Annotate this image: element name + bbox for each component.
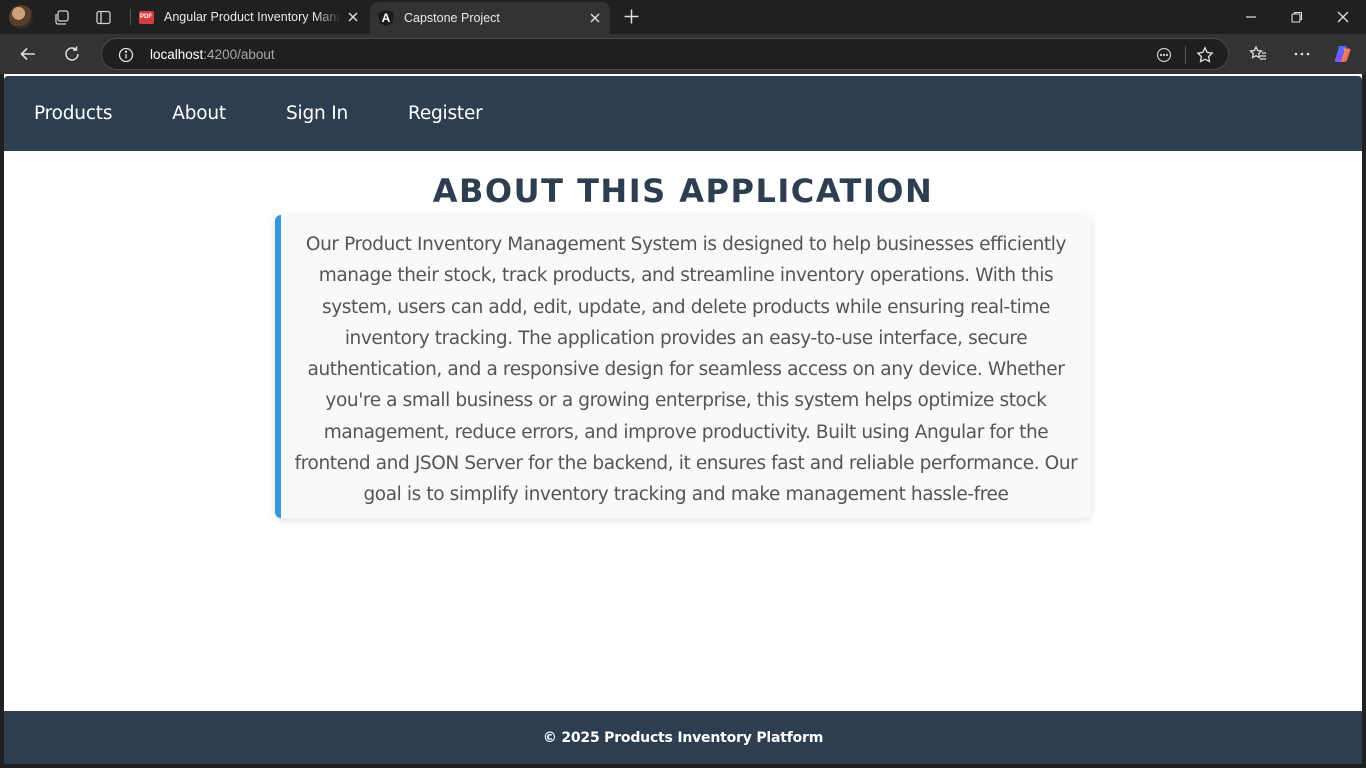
nav-link-products[interactable]: Products (34, 103, 112, 124)
new-tab-icon[interactable] (623, 8, 640, 25)
footer-copyright: © 2025 Products Inventory Platform (542, 729, 824, 746)
nav-link-about[interactable]: About (172, 103, 226, 124)
close-icon[interactable] (346, 10, 360, 24)
refresh-icon[interactable] (63, 45, 81, 63)
profile-avatar[interactable] (9, 5, 33, 29)
url-text[interactable]: localhost:4200/about (150, 47, 275, 62)
tab-capstone-project[interactable]: A Capstone Project (370, 2, 610, 34)
browser-toolbar: localhost:4200/about (0, 34, 1366, 74)
tab-title: Angular Product Inventory Management (164, 10, 342, 24)
tab-title: Capstone Project (404, 11, 500, 25)
about-description: Our Product Inventory Management System … (294, 234, 1078, 506)
copilot-icon[interactable] (1332, 43, 1354, 65)
pdf-icon: PDF (138, 9, 154, 25)
web-page: Products About Sign In Register ABOUT TH… (4, 74, 1362, 764)
nav-link-register[interactable]: Register (408, 103, 483, 124)
favorite-star-icon[interactable] (1196, 46, 1214, 64)
address-divider (1185, 46, 1186, 64)
page-footer: © 2025 Products Inventory Platform (4, 711, 1362, 764)
angular-icon: A (378, 10, 394, 26)
address-bar[interactable]: localhost:4200/about (101, 38, 1229, 70)
reading-mode-icon[interactable] (1156, 47, 1172, 63)
favorites-icon[interactable] (1249, 45, 1267, 63)
site-info-icon[interactable] (118, 47, 134, 63)
close-icon[interactable] (588, 11, 602, 25)
back-arrow-icon[interactable] (19, 45, 37, 63)
close-window-icon[interactable] (1336, 10, 1350, 24)
page-title: ABOUT THIS APPLICATION (432, 172, 934, 210)
tab-pdf-document[interactable]: PDF Angular Product Inventory Management (130, 0, 368, 34)
top-navbar: Products About Sign In Register (4, 76, 1362, 151)
more-options-icon[interactable] (1293, 45, 1311, 63)
nav-link-sign-in[interactable]: Sign In (286, 103, 348, 124)
minimize-icon[interactable] (1244, 10, 1258, 24)
workspaces-icon[interactable] (53, 9, 70, 26)
browser-tab-bar: PDF Angular Product Inventory Management… (0, 0, 1366, 34)
about-card: Our Product Inventory Management System … (275, 215, 1091, 518)
restore-icon[interactable] (1290, 10, 1304, 24)
tab-actions-icon[interactable] (95, 9, 112, 26)
